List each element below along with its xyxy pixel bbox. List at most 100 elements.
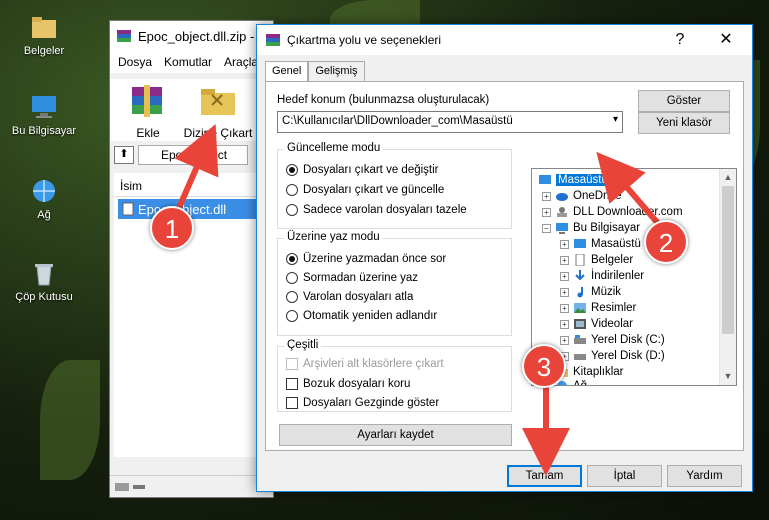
desktop-icon-label: Bu Bilgisayar bbox=[11, 125, 77, 137]
up-folder-icon[interactable]: ⬆ bbox=[114, 146, 134, 164]
expand-icon[interactable]: + bbox=[560, 287, 569, 297]
winrar-window: Epoc_object.dll.zip - Dosya Komutlar Ara… bbox=[109, 20, 274, 498]
tree-item-label: Resimler bbox=[591, 302, 637, 314]
scrollbar-thumb[interactable] bbox=[722, 186, 734, 334]
checkbox[interactable] bbox=[286, 397, 298, 409]
expand-icon[interactable]: + bbox=[560, 271, 569, 281]
close-icon[interactable]: ✕ bbox=[704, 25, 748, 55]
misc-legend: Çeşitli bbox=[284, 339, 322, 351]
tree-item-this-pc[interactable]: − Bu Bilgisayar bbox=[542, 220, 640, 236]
desktop-icon-label: Çöp Kutusu bbox=[15, 291, 73, 303]
address-field[interactable]: Epoc_object bbox=[138, 145, 248, 165]
help-icon[interactable]: ? bbox=[658, 25, 702, 55]
desktop-icon-recycle-bin[interactable]: Çöp Kutusu bbox=[4, 258, 84, 303]
tree-item-label: Ağ bbox=[573, 380, 588, 386]
destination-path-combo[interactable]: C:\Kullanıcılar\DllDownloader_com\Masaüs… bbox=[277, 111, 623, 133]
option-label: Sormadan üzerine yaz bbox=[303, 272, 419, 284]
extract-to-button[interactable]: Dizine Çıkart bbox=[178, 83, 258, 140]
tree-item-drive-c[interactable]: + Yerel Disk (C:) bbox=[560, 332, 665, 348]
option-label: Arşivleri alt klasörlere çıkart bbox=[303, 358, 444, 370]
tree-scrollbar[interactable]: ▲ ▼ bbox=[719, 169, 736, 385]
expand-icon[interactable]: + bbox=[560, 335, 569, 345]
update-mode-legend: Güncelleme modu bbox=[284, 142, 384, 154]
tab-advanced[interactable]: Gelişmiş bbox=[308, 61, 365, 81]
radio-overwrite-without-prompt[interactable]: Sormadan üzerine yaz bbox=[286, 272, 418, 284]
desktop-icon-network[interactable]: Ağ bbox=[4, 176, 84, 221]
film-icon bbox=[574, 319, 586, 329]
desktop-icon-this-pc[interactable]: Bu Bilgisayar bbox=[4, 92, 84, 137]
checkbox-show-in-explorer[interactable]: Dosyaları Gezginde göster bbox=[286, 397, 439, 409]
pictures-icon bbox=[574, 303, 586, 313]
radio-freshen-only[interactable]: Sadece varolan dosyaları tazele bbox=[286, 204, 467, 216]
expand-icon[interactable]: + bbox=[542, 207, 551, 217]
tree-item-desktop[interactable]: Masaüstü bbox=[538, 172, 610, 188]
tree-item-label: Yerel Disk (C:) bbox=[591, 334, 665, 346]
radio-button[interactable] bbox=[286, 310, 298, 322]
tree-item-label: Belgeler bbox=[591, 254, 634, 266]
tree-item-label: Masaüstü bbox=[591, 238, 641, 250]
desktop-icon-documents[interactable]: Belgeler bbox=[4, 12, 84, 57]
menu-tools[interactable]: Araçla bbox=[224, 55, 258, 69]
radio-button[interactable] bbox=[286, 204, 298, 216]
option-label: Sadece varolan dosyaları tazele bbox=[303, 204, 467, 216]
radio-button[interactable] bbox=[286, 253, 298, 265]
radio-skip-existing[interactable]: Varolan dosyaları atla bbox=[286, 291, 413, 303]
radio-ask-before-overwrite[interactable]: Üzerine yazmadan önce sor bbox=[286, 253, 446, 265]
computer-icon bbox=[32, 96, 56, 118]
collapse-icon[interactable]: − bbox=[542, 223, 551, 233]
tree-item-pictures[interactable]: + Resimler bbox=[560, 300, 636, 316]
expand-icon[interactable]: + bbox=[560, 239, 569, 249]
chevron-down-icon[interactable]: ▾ bbox=[613, 114, 618, 125]
menu-file[interactable]: Dosya bbox=[118, 55, 152, 69]
option-label: Dosyaları Gezginde göster bbox=[303, 397, 440, 409]
tree-item-onedrive[interactable]: + OneDrive bbox=[542, 188, 622, 204]
expand-icon[interactable]: + bbox=[560, 255, 569, 265]
dll-file-icon bbox=[122, 202, 134, 216]
radio-button[interactable] bbox=[286, 164, 298, 176]
radio-auto-rename[interactable]: Otomatik yeniden adlandır bbox=[286, 310, 437, 322]
radio-button[interactable] bbox=[286, 184, 298, 196]
checkbox[interactable] bbox=[286, 378, 298, 390]
scroll-up-icon[interactable]: ▲ bbox=[720, 169, 736, 186]
expand-icon[interactable]: + bbox=[542, 191, 551, 201]
radio-button[interactable] bbox=[286, 272, 298, 284]
tree-item-documents[interactable]: + Belgeler bbox=[560, 252, 633, 268]
tab-general[interactable]: Genel bbox=[265, 61, 309, 82]
menu-commands[interactable]: Komutlar bbox=[164, 55, 212, 69]
add-archive-icon bbox=[132, 85, 162, 117]
scroll-down-icon[interactable]: ▼ bbox=[720, 368, 736, 385]
tree-item-downloads[interactable]: + İndirilenler bbox=[560, 268, 644, 284]
drive-icon bbox=[574, 354, 586, 360]
file-row-selected[interactable]: Epoc_object.dll bbox=[118, 199, 273, 219]
radio-button[interactable] bbox=[286, 291, 298, 303]
tree-item-drive-d[interactable]: + Yerel Disk (D:) bbox=[560, 348, 665, 364]
winrar-icon bbox=[117, 30, 131, 42]
winrar-title: Epoc_object.dll.zip - bbox=[138, 28, 255, 44]
radio-extract-update[interactable]: Dosyaları çıkart ve güncelle bbox=[286, 184, 444, 196]
destination-path-value: C:\Kullanıcılar\DllDownloader_com\Masaüs… bbox=[282, 115, 513, 127]
tree-item-label: Yerel Disk (D:) bbox=[591, 350, 665, 362]
ok-button[interactable]: Tamam bbox=[507, 465, 582, 487]
option-label: Bozuk dosyaları koru bbox=[303, 378, 411, 390]
new-folder-button[interactable]: Yeni klasör bbox=[638, 112, 730, 134]
tree-item-pc-desktop[interactable]: + Masaüstü bbox=[560, 236, 641, 252]
help-button[interactable]: Yardım bbox=[667, 465, 742, 487]
tree-item-music[interactable]: + Müzik bbox=[560, 284, 621, 300]
expand-icon[interactable]: + bbox=[560, 319, 569, 329]
tree-item-dlldownloader[interactable]: + DLL Downloader.com bbox=[542, 204, 683, 220]
tree-item-videos[interactable]: + Videolar bbox=[560, 316, 633, 332]
radio-extract-replace[interactable]: Dosyaları çıkart ve değiştir bbox=[286, 164, 439, 176]
tree-item-label: Videolar bbox=[591, 318, 633, 330]
extract-to-button-label: Dizine Çıkart bbox=[183, 126, 253, 140]
checkbox-keep-broken-files[interactable]: Bozuk dosyaları koru bbox=[286, 378, 410, 390]
documents-icon bbox=[575, 254, 585, 266]
overwrite-mode-legend: Üzerine yaz modu bbox=[284, 231, 383, 243]
expand-icon[interactable]: + bbox=[560, 303, 569, 313]
cancel-button[interactable]: İptal bbox=[587, 465, 662, 487]
cloud-icon bbox=[556, 193, 568, 201]
show-button[interactable]: Göster bbox=[638, 90, 730, 112]
add-button[interactable]: Ekle bbox=[120, 83, 176, 140]
user-folder-icon bbox=[557, 207, 567, 217]
save-settings-button[interactable]: Ayarları kaydet bbox=[279, 424, 512, 446]
name-column-header[interactable]: İsim bbox=[114, 173, 273, 197]
